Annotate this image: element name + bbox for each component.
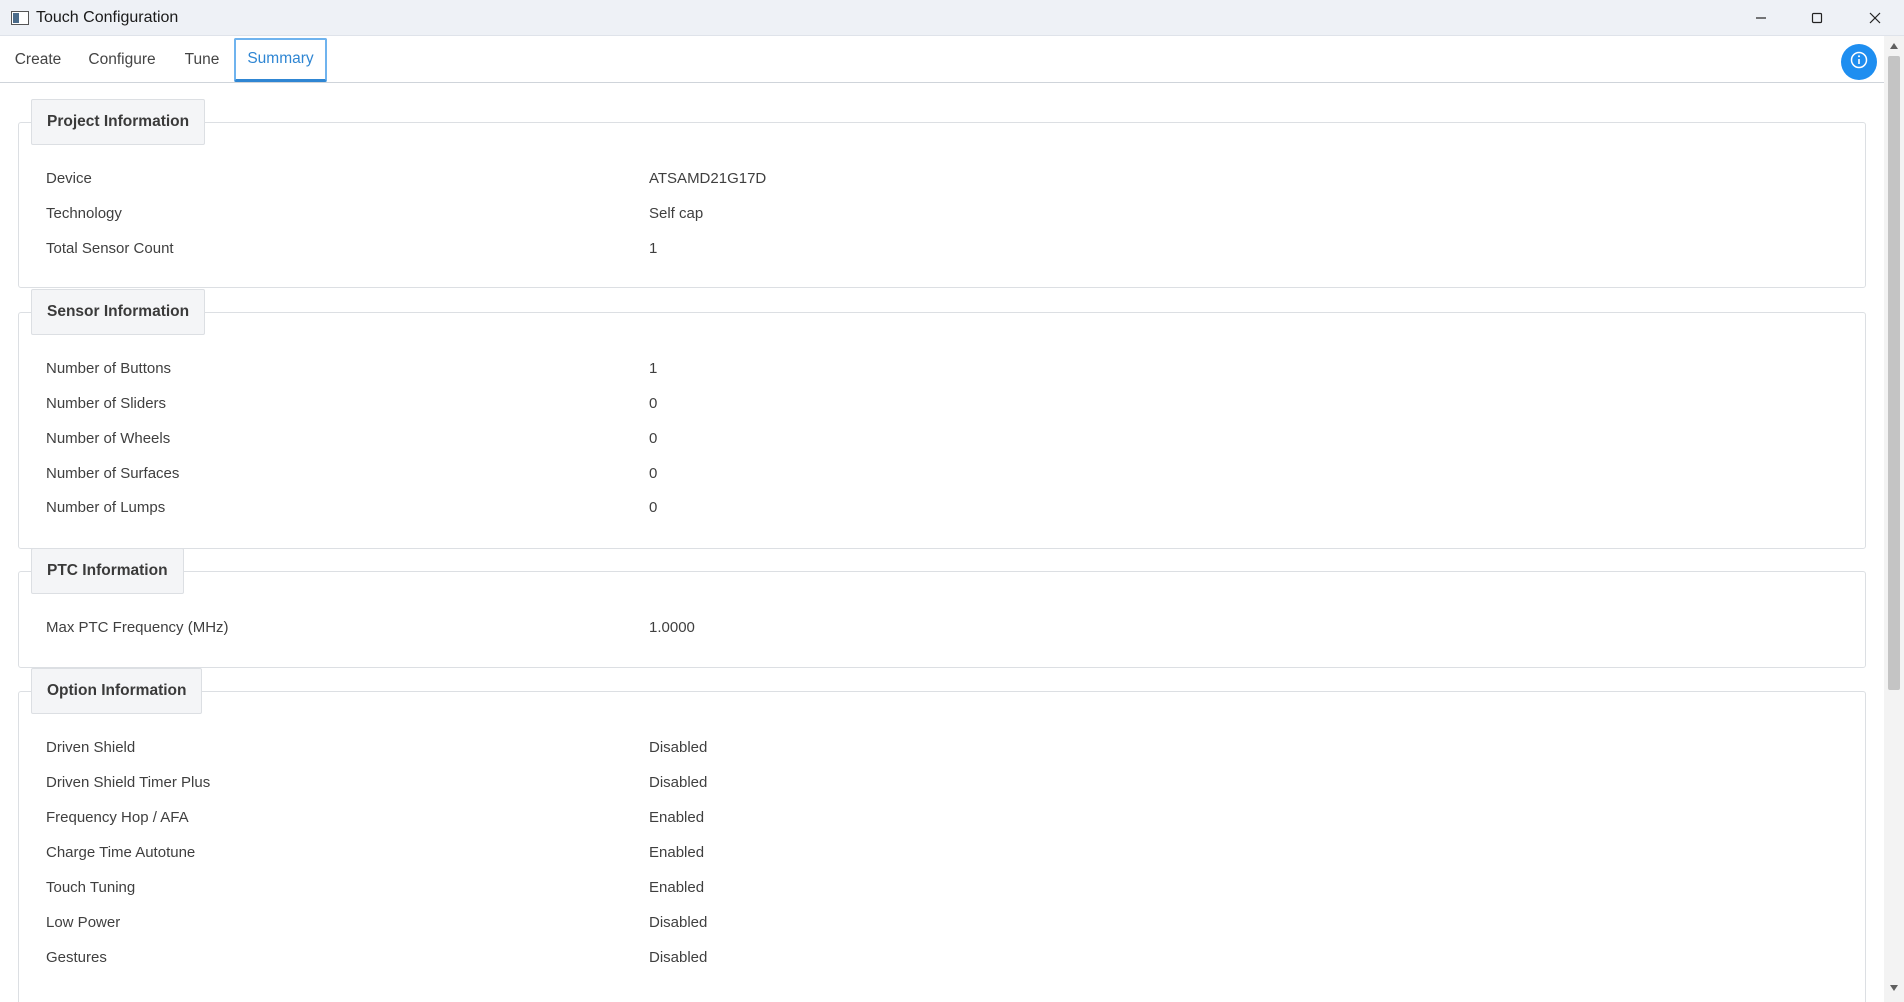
project-information-section: Project Information Device ATSAMD21G17D …: [18, 99, 1866, 288]
row-label: Max PTC Frequency (MHz): [46, 619, 229, 636]
row-value: 1.0000: [649, 619, 695, 636]
row-label: Frequency Hop / AFA: [46, 809, 189, 826]
row-value: ATSAMD21G17D: [649, 170, 767, 187]
row-value: 0: [649, 499, 658, 516]
scroll-down-arrow-icon[interactable]: [1884, 984, 1904, 998]
row-label: Total Sensor Count: [46, 240, 174, 257]
row-label: Number of Wheels: [46, 430, 171, 447]
tab-create[interactable]: Create: [6, 38, 70, 82]
info-icon: [1850, 51, 1868, 74]
row-value: Disabled: [649, 774, 708, 791]
maximize-button[interactable]: [1788, 0, 1846, 36]
row-value: Disabled: [649, 739, 708, 756]
row-label: Technology: [46, 205, 122, 222]
row-label: Driven Shield Timer Plus: [46, 774, 211, 791]
window-title: Touch Configuration: [36, 9, 179, 26]
close-icon: [1869, 12, 1881, 24]
window-titlebar: Touch Configuration: [0, 0, 1904, 36]
row-value: 1: [649, 360, 658, 377]
minimize-button[interactable]: [1732, 0, 1790, 36]
summary-content: Project Information Device ATSAMD21G17D …: [0, 84, 1884, 1002]
option-information-section: Option Information Driven Shield Disable…: [18, 668, 1866, 1002]
row-value: Disabled: [649, 914, 708, 931]
row-label: Touch Tuning: [46, 879, 136, 896]
ptc-information-section: PTC Information Max PTC Frequency (MHz) …: [18, 548, 1866, 668]
scroll-up-arrow-icon[interactable]: [1884, 42, 1904, 56]
row-label: Number of Surfaces: [46, 465, 180, 482]
row-label: Device: [46, 170, 92, 187]
sensor-information-section: Sensor Information Number of Buttons 1 N…: [18, 289, 1866, 549]
tab-bar: Create Configure Tune Summary: [0, 36, 1904, 83]
tab-tune[interactable]: Tune: [176, 38, 228, 82]
row-value: Enabled: [649, 844, 705, 861]
maximize-icon: [1811, 12, 1823, 24]
section-title: PTC Information: [31, 548, 184, 594]
row-label: Charge Time Autotune: [46, 844, 196, 861]
row-label: Low Power: [46, 914, 121, 931]
scrollbar-thumb[interactable]: [1888, 56, 1900, 690]
row-label: Number of Sliders: [46, 395, 167, 412]
row-value: Self cap: [649, 205, 704, 222]
row-value: Enabled: [649, 809, 705, 826]
section-title: Project Information: [31, 99, 206, 145]
tab-configure[interactable]: Configure: [82, 38, 162, 82]
row-label: Number of Lumps: [46, 499, 166, 516]
section-title: Sensor Information: [31, 289, 206, 335]
row-value: 0: [649, 465, 658, 482]
close-button[interactable]: [1846, 0, 1904, 36]
section-title: Option Information: [31, 668, 203, 714]
tab-summary[interactable]: Summary: [234, 38, 327, 82]
row-value: Disabled: [649, 949, 708, 966]
row-value: 0: [649, 430, 658, 447]
info-button[interactable]: [1841, 44, 1877, 80]
row-label: Number of Buttons: [46, 360, 172, 377]
row-label: Gestures: [46, 949, 107, 966]
minimize-icon: [1755, 12, 1767, 24]
row-label: Driven Shield: [46, 739, 136, 756]
app-icon: [11, 11, 29, 25]
row-value: 0: [649, 395, 658, 412]
vertical-scrollbar[interactable]: [1884, 36, 1904, 1002]
row-value: 1: [649, 240, 658, 257]
row-value: Enabled: [649, 879, 705, 896]
